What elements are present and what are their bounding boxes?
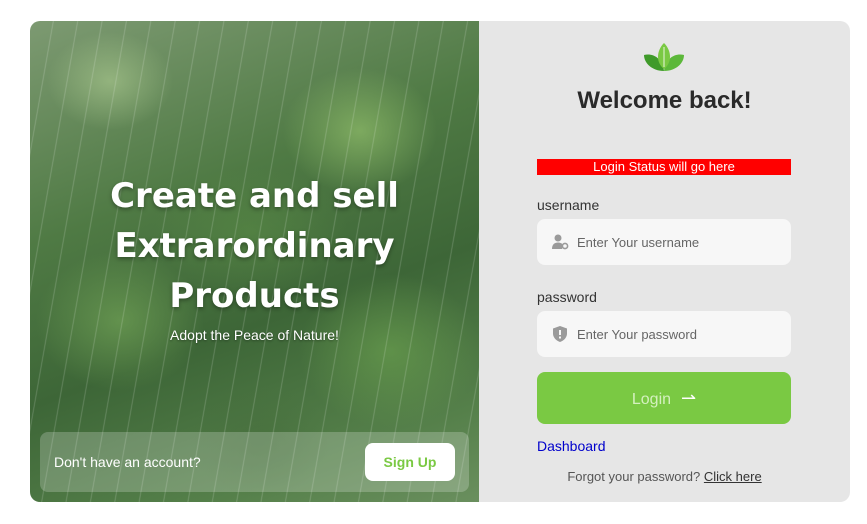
password-label: password	[537, 289, 597, 305]
login-status: Login Status will go here	[537, 159, 791, 175]
password-field-box	[537, 311, 791, 357]
hero-panel: Create and sell Extrarordinary Products …	[30, 21, 479, 502]
user-key-icon	[552, 234, 569, 250]
dashboard-link[interactable]: Dashboard	[537, 438, 606, 454]
auth-card: Create and sell Extrarordinary Products …	[30, 21, 850, 502]
signup-prompt: Don't have an account?	[54, 454, 201, 470]
username-field-box	[537, 219, 791, 265]
forgot-password-link[interactable]: Click here	[704, 469, 762, 484]
hero-title: Create and sell Extrarordinary Products	[110, 176, 399, 316]
forgot-password-text: Forgot your password?	[567, 469, 701, 484]
signup-bar: Don't have an account? Sign Up	[40, 432, 469, 492]
welcome-heading: Welcome back!	[577, 87, 752, 114]
password-input[interactable]	[577, 311, 782, 357]
username-input[interactable]	[577, 219, 782, 265]
hero-subtitle: Adopt the Peace of Nature!	[170, 327, 339, 343]
login-panel: Welcome back! Login Status will go here …	[479, 21, 850, 502]
signup-button[interactable]: Sign Up	[365, 443, 455, 481]
shield-icon	[553, 326, 567, 342]
forgot-password-row: Forgot your password? Click here	[479, 469, 850, 484]
username-label: username	[537, 197, 600, 213]
login-button-label: Login	[631, 391, 672, 408]
leaf-logo-icon	[644, 43, 684, 71]
arrow-right-icon: ⇀	[681, 388, 697, 408]
login-button[interactable]: Login ⇀	[537, 372, 791, 424]
